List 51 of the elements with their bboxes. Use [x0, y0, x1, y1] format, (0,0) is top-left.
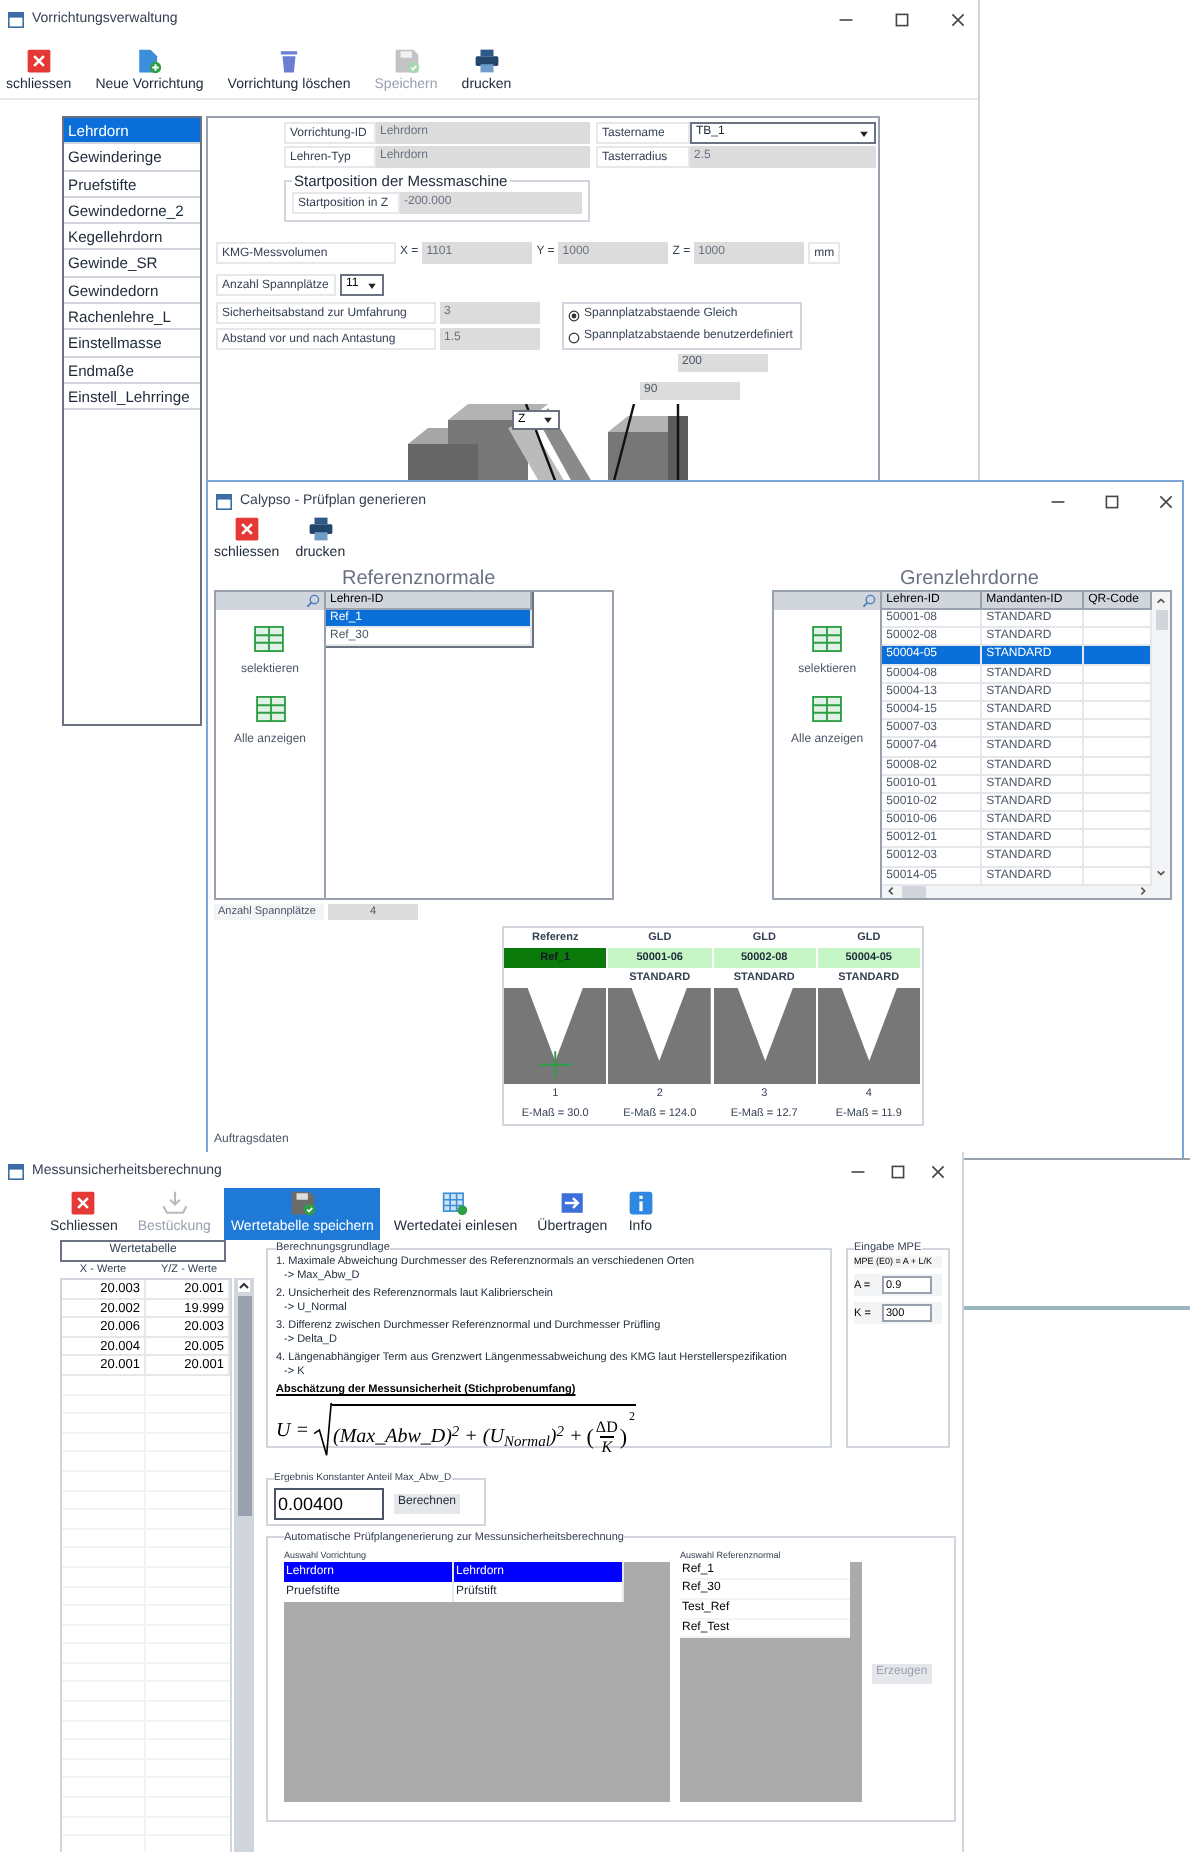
info-icon — [627, 1189, 654, 1216]
section-heading: Grenzlehrdorne — [900, 570, 1039, 590]
new-document-icon — [136, 47, 163, 74]
dropdown-arrow-icon[interactable] — [366, 279, 378, 292]
search-icon[interactable] — [306, 594, 320, 608]
arrow-right-icon — [559, 1189, 586, 1216]
formula-text: ) — [619, 1423, 628, 1453]
download-tray-icon — [161, 1189, 188, 1216]
formula-text: ΔD — [595, 1418, 618, 1437]
app-icon — [216, 494, 232, 510]
maximize-icon[interactable] — [1104, 494, 1120, 510]
app-icon — [8, 1164, 24, 1180]
grid-icon — [255, 696, 285, 722]
vertical-scrollbar[interactable] — [1152, 592, 1170, 898]
scroll-up-icon[interactable] — [1156, 596, 1167, 606]
scroll-right-icon[interactable] — [1138, 886, 1149, 897]
formula-text: ( — [586, 1423, 594, 1453]
gauge-slot-drawing — [713, 988, 818, 1084]
input-field[interactable]: 0.00400 — [274, 1487, 384, 1519]
close-icon — [233, 515, 260, 542]
radio-icon[interactable] — [568, 331, 580, 344]
scroll-thumb[interactable] — [237, 1296, 251, 1516]
table-plus-icon — [442, 1189, 469, 1216]
trash-icon — [276, 47, 303, 74]
formula-text: K — [599, 1436, 615, 1457]
close-icon[interactable] — [950, 12, 966, 28]
search-icon[interactable] — [862, 594, 877, 608]
grid-icon — [254, 626, 285, 652]
gauge-slot-drawing — [608, 988, 713, 1084]
printer-icon — [307, 515, 334, 542]
scroll-down-icon[interactable] — [1156, 868, 1167, 878]
formula-text: (Max_Abw_D)$^{2}$ + (U$_{Normal}$)$^{2}$ + — [332, 1422, 583, 1453]
close-icon — [25, 47, 52, 74]
app-icon — [8, 12, 24, 28]
maximize-icon[interactable] — [890, 1164, 906, 1180]
dropdown-arrow-icon[interactable] — [858, 127, 870, 139]
grid-icon — [812, 626, 843, 652]
dropdown-arrow-icon[interactable] — [542, 414, 554, 427]
close-icon[interactable] — [1158, 494, 1174, 510]
formula-text: U = — [276, 1417, 309, 1446]
section-heading: Referenznormale — [342, 570, 496, 590]
scroll-thumb[interactable] — [1155, 610, 1168, 630]
scroll-up-icon[interactable] — [238, 1280, 250, 1292]
close-icon[interactable] — [930, 1164, 946, 1180]
vertical-scrollbar[interactable] — [234, 1278, 254, 1852]
printer-icon — [473, 47, 500, 74]
radio-icon[interactable] — [568, 309, 580, 322]
scroll-left-icon[interactable] — [886, 886, 897, 897]
maximize-icon[interactable] — [894, 12, 910, 28]
grid-icon — [812, 696, 843, 722]
close-icon — [70, 1189, 97, 1216]
